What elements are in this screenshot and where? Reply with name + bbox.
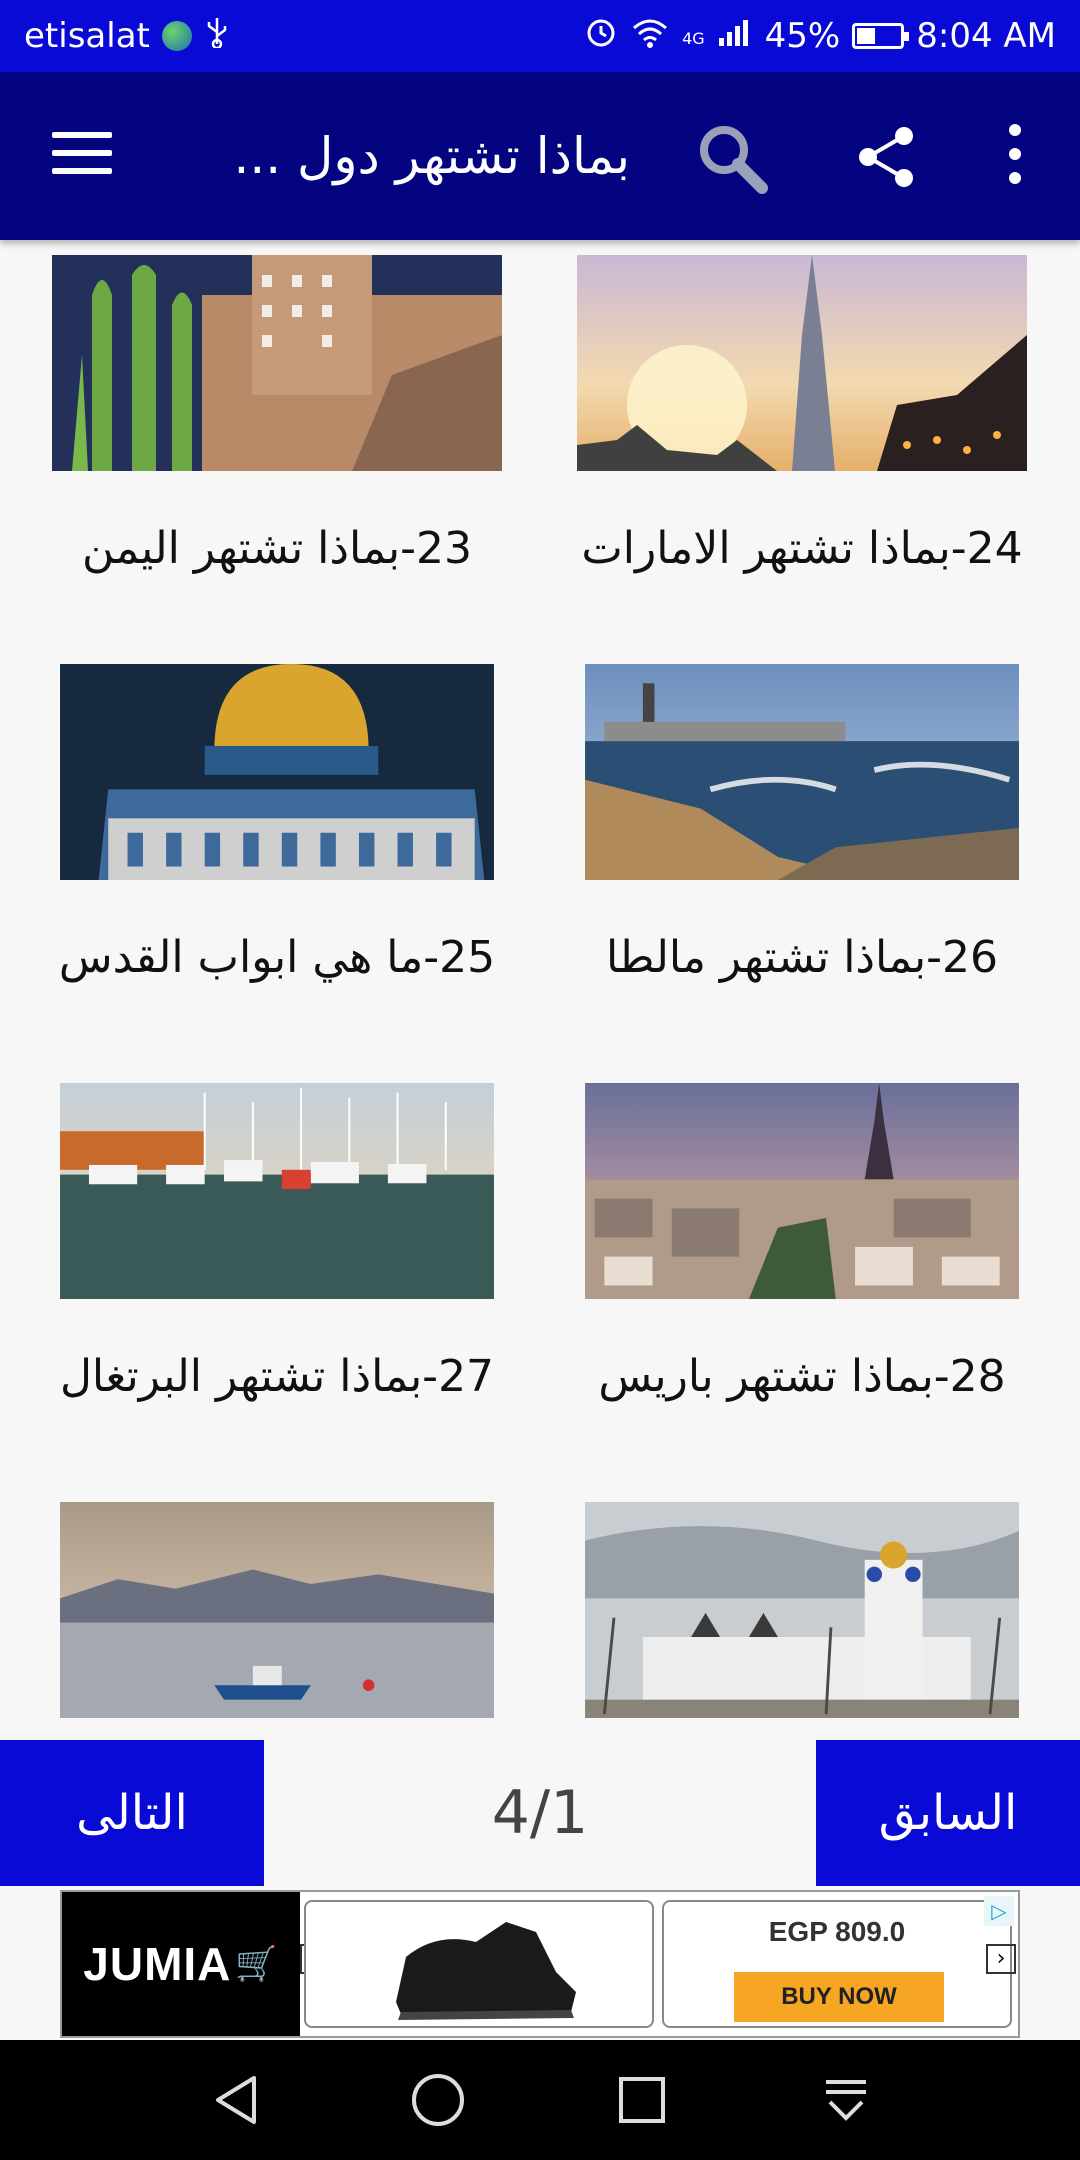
battery-icon bbox=[852, 23, 910, 49]
articles-grid: 23-بماذا تشتهر اليمن 24-بماذا تشتهر الام… bbox=[0, 240, 1080, 1740]
harbor-image bbox=[60, 1502, 494, 1718]
ad-product[interactable] bbox=[304, 1900, 654, 2028]
status-left: etisalat bbox=[24, 16, 230, 56]
cart-icon: 🛒 bbox=[235, 1945, 279, 1983]
signal-icon bbox=[717, 16, 753, 57]
usb-icon bbox=[204, 16, 230, 56]
next-button[interactable]: التالى bbox=[0, 1740, 264, 1886]
status-bar: etisalat 4G 45% 8:04 AM bbox=[0, 0, 1080, 72]
recents-icon[interactable] bbox=[612, 2070, 672, 2130]
article-card-yemen[interactable]: 23-بماذا تشتهر اليمن bbox=[52, 255, 502, 574]
article-card-uae[interactable]: 24-بماذا تشتهر الامارات bbox=[577, 255, 1027, 574]
carrier-name: etisalat bbox=[24, 16, 150, 56]
status-right: 4G 45% 8:04 AM bbox=[584, 15, 1056, 58]
jumia-logo: JUMIA 🛒 bbox=[62, 1892, 300, 2036]
notifications-pull-icon[interactable] bbox=[816, 2070, 876, 2130]
clock: 8:04 AM bbox=[916, 16, 1056, 56]
alarm-icon bbox=[584, 15, 618, 58]
article-card-harbor[interactable] bbox=[52, 1502, 502, 1740]
article-title: 25-ما هي ابواب القدس bbox=[58, 932, 496, 983]
buy-now-button[interactable]: BUY NOW bbox=[734, 1972, 944, 2022]
jerusalem-image bbox=[60, 664, 494, 880]
search-icon[interactable] bbox=[690, 116, 774, 200]
pager: التالى 4/1 السابق bbox=[0, 1740, 1080, 1886]
ad-next-icon[interactable]: › bbox=[986, 1944, 1016, 1974]
app-bar: بماذا تشتهر دول ... bbox=[0, 72, 1080, 240]
ad-brand: JUMIA bbox=[83, 1938, 232, 1990]
article-title: 24-بماذا تشتهر الامارات bbox=[581, 523, 1023, 574]
article-card-palace[interactable] bbox=[577, 1502, 1027, 1740]
globe-icon bbox=[161, 21, 192, 51]
home-icon[interactable] bbox=[408, 2070, 468, 2130]
article-card-malta[interactable]: 26-بماذا تشتهر مالطا bbox=[577, 664, 1027, 983]
menu-icon[interactable] bbox=[52, 132, 112, 180]
battery-percent: 45% bbox=[764, 16, 841, 56]
article-card-paris[interactable]: 28-بماذا تشتهر باريس bbox=[577, 1083, 1027, 1402]
navigation-bar bbox=[0, 2040, 1080, 2160]
yemen-image bbox=[52, 255, 502, 471]
article-card-jerusalem[interactable]: 25-ما هي ابواب القدس bbox=[52, 664, 502, 983]
ad-choices-icon[interactable]: ▷ bbox=[984, 1896, 1014, 1926]
page-title: بماذا تشتهر دول ... bbox=[233, 127, 630, 185]
article-title: 23-بماذا تشتهر اليمن bbox=[82, 523, 472, 574]
article-title: 28-بماذا تشتهر باريس bbox=[598, 1351, 1006, 1402]
article-title: 26-بماذا تشتهر مالطا bbox=[606, 932, 998, 983]
uae-image bbox=[577, 255, 1027, 471]
page-indicator: 4/1 bbox=[491, 1778, 589, 1848]
portugal-image bbox=[60, 1083, 494, 1299]
palace-image bbox=[585, 1502, 1019, 1718]
network-type: 4G bbox=[682, 28, 705, 48]
ad-price: EGP 809.0 bbox=[768, 1916, 906, 1947]
article-card-portugal[interactable]: 27-بماذا تشتهر البرتغال bbox=[52, 1083, 502, 1402]
battery-fill bbox=[857, 28, 876, 44]
previous-button[interactable]: السابق bbox=[816, 1740, 1080, 1886]
malta-image bbox=[585, 664, 1019, 880]
shoe-image bbox=[396, 1922, 576, 2020]
ad-offer[interactable]: EGP 809.0 BUY NOW bbox=[662, 1900, 1012, 2028]
ad-banner[interactable]: JUMIA🛒 ‹ EGP 809.0 BUY NOW ▷ › bbox=[60, 1890, 1020, 2038]
wifi-icon bbox=[630, 16, 670, 57]
share-icon[interactable] bbox=[852, 122, 922, 192]
article-title: 27-بماذا تشتهر البرتغال bbox=[59, 1351, 495, 1402]
more-vert-icon[interactable] bbox=[1000, 124, 1030, 190]
paris-image bbox=[585, 1083, 1019, 1299]
back-icon[interactable] bbox=[206, 2070, 266, 2130]
